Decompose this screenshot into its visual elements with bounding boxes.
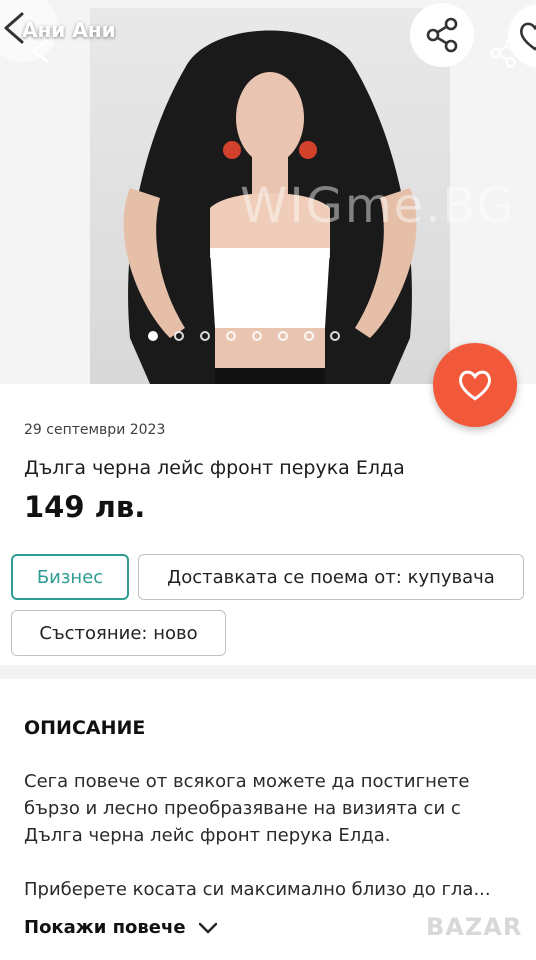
description-paragraph: Сега повече от всякога можете да постигн…: [24, 771, 470, 846]
gallery-pagination: [148, 331, 340, 341]
favorite-button[interactable]: [433, 343, 517, 427]
product-photo[interactable]: WIGme.BG: [90, 8, 514, 384]
pagination-dot[interactable]: [226, 331, 236, 341]
pagination-dot[interactable]: [200, 331, 210, 341]
heart-icon: [459, 370, 491, 401]
business-tag[interactable]: Бизнес: [11, 554, 129, 600]
pagination-dot[interactable]: [278, 331, 288, 341]
condition-tag[interactable]: Състояние: ново: [11, 610, 226, 656]
description-paragraph-truncated: Приберете косата си максимално близо до …: [24, 879, 491, 900]
listing-price: 149 лв.: [24, 490, 146, 524]
listing-date: 29 септември 2023: [24, 422, 166, 438]
share-icon: [426, 17, 458, 53]
show-more-button[interactable]: Покажи повече: [24, 917, 218, 938]
pagination-dot-active[interactable]: [148, 331, 158, 341]
listing-title: Дълга черна лейс фронт перука Елда: [24, 457, 405, 479]
pagination-dot[interactable]: [252, 331, 262, 341]
pagination-dot[interactable]: [330, 331, 340, 341]
pagination-dot[interactable]: [304, 331, 314, 341]
watermark: WIGme.BG: [240, 178, 516, 234]
section-divider: [0, 665, 536, 679]
heart-icon: [520, 22, 536, 51]
pagination-dot[interactable]: [174, 331, 184, 341]
description-heading: ОПИСАНИЕ: [24, 717, 146, 739]
delivery-tag[interactable]: Доставката се поема от: купувача: [138, 554, 524, 600]
seller-name[interactable]: Ани Ани: [22, 18, 116, 42]
image-gallery[interactable]: WIGme.BG Ани Ани: [0, 0, 536, 384]
bazar-logo: BAZAR: [426, 913, 523, 941]
show-more-label: Покажи повече: [24, 917, 186, 938]
share-button[interactable]: [410, 3, 474, 67]
chevron-down-icon: [198, 922, 217, 933]
